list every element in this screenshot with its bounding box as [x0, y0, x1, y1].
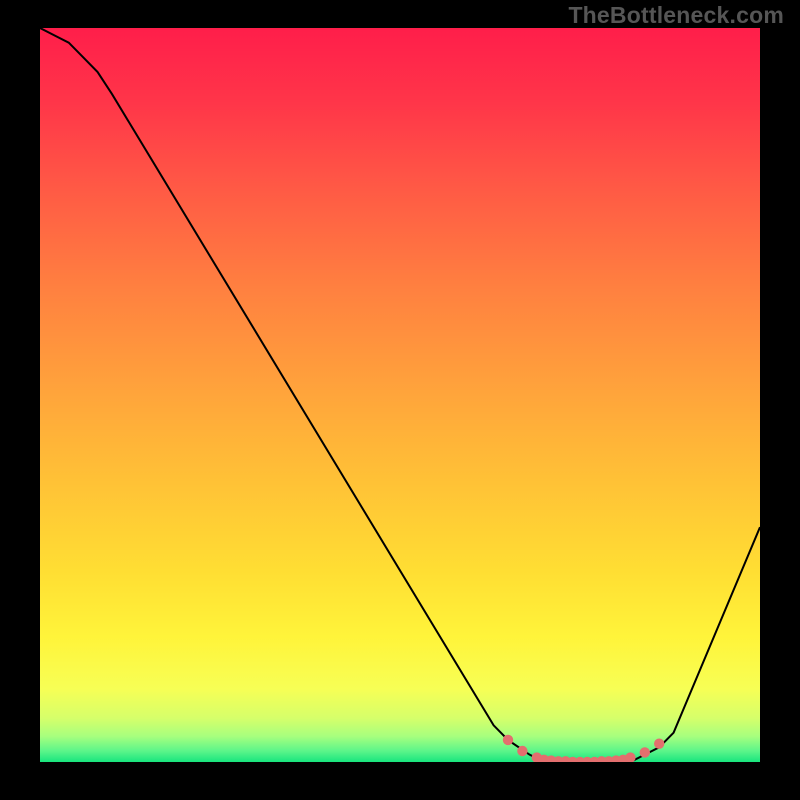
- gradient-background: [40, 28, 760, 762]
- chart-frame: TheBottleneck.com: [0, 0, 800, 800]
- optimal-marker: [503, 735, 513, 745]
- watermark-text: TheBottleneck.com: [568, 2, 784, 29]
- bottleneck-chart: [40, 28, 760, 762]
- optimal-marker: [517, 746, 527, 756]
- optimal-marker: [654, 738, 664, 748]
- optimal-marker: [640, 747, 650, 757]
